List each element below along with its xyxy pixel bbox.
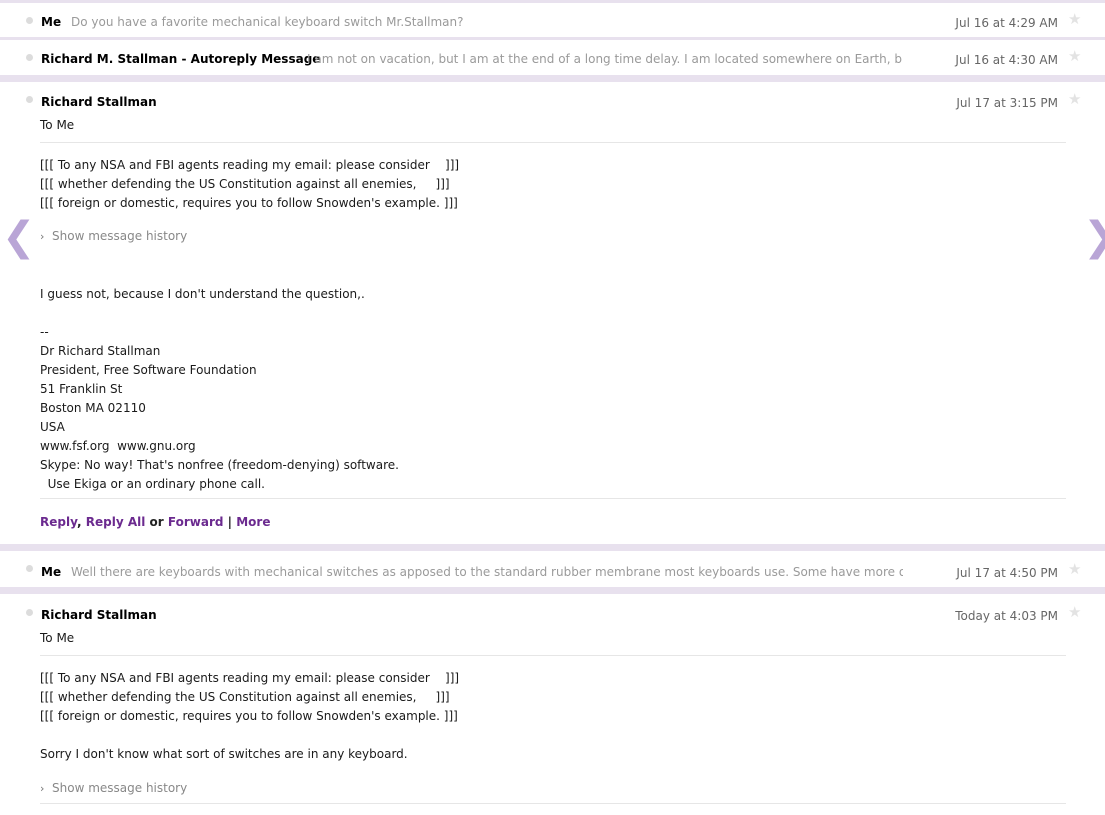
message-snippet: Well there are keyboards with mechanical…: [71, 565, 903, 579]
body-line: Use Ekiga or an ordinary phone call.: [40, 477, 265, 491]
message-sender: Richard M. Stallman - Autoreply Message: [41, 52, 321, 66]
header-divider: [40, 655, 1066, 656]
message-sender: Me: [41, 565, 62, 579]
separator: [0, 544, 1105, 551]
footer-divider: [40, 498, 1066, 499]
reply-link[interactable]: Reply: [40, 515, 77, 529]
star-icon[interactable]: ★: [1068, 12, 1081, 27]
body-line: Boston MA 02110: [40, 401, 146, 415]
show-message-history-link[interactable]: › Show message history: [40, 781, 187, 795]
message-date: Jul 16 at 4:29 AM: [955, 16, 1058, 30]
star-icon[interactable]: ★: [1068, 605, 1081, 620]
message-date: Today at 4:03 PM: [955, 609, 1058, 623]
notice-line: [[[ foreign or domestic, requires you to…: [40, 196, 458, 210]
body-line: Skype: No way! That's nonfree (freedom-d…: [40, 458, 399, 472]
actions-or: or: [149, 515, 164, 529]
chevron-right-icon: ›: [40, 230, 45, 243]
collapsed-message-row[interactable]: Me Do you have a favorite mechanical key…: [0, 4, 1105, 36]
message-sender[interactable]: Richard Stallman: [41, 608, 157, 622]
unread-dot-icon: [26, 54, 33, 61]
message-date: Jul 16 at 4:30 AM: [955, 53, 1058, 67]
actions-pipe: |: [227, 515, 233, 529]
body-line: www.fsf.org www.gnu.org: [40, 439, 196, 453]
notice-line: [[[ foreign or domestic, requires you to…: [40, 709, 458, 723]
previous-conversation-arrow-icon[interactable]: ❮: [2, 217, 36, 257]
body-line: Dr Richard Stallman: [40, 344, 161, 358]
unread-dot-icon: [26, 17, 33, 24]
read-dot-icon: [26, 609, 33, 616]
message-snippet: Do you have a favorite mechanical keyboa…: [71, 15, 464, 29]
reply-all-link[interactable]: Reply All: [86, 515, 146, 529]
star-icon[interactable]: ★: [1068, 49, 1081, 64]
message-date: Jul 17 at 3:15 PM: [956, 96, 1058, 110]
collapsed-message-row[interactable]: Me Well there are keyboards with mechani…: [0, 552, 1105, 586]
separator: [0, 0, 1105, 3]
chevron-right-icon: ›: [40, 782, 45, 795]
message-date: Jul 17 at 4:50 PM: [956, 566, 1058, 580]
message-recipients: To Me: [40, 118, 75, 132]
message-sender: Me: [41, 15, 62, 29]
history-label: Show message history: [52, 781, 188, 795]
show-message-history-link[interactable]: › Show message history: [40, 229, 187, 243]
next-conversation-arrow-icon[interactable]: ❯: [1083, 217, 1105, 257]
message-actions: Reply, Reply All or Forward | More: [40, 515, 270, 529]
star-icon[interactable]: ★: [1068, 92, 1081, 107]
body-line: --: [40, 325, 49, 339]
read-dot-icon: [26, 96, 33, 103]
collapsed-message-row[interactable]: Richard M. Stallman - Autoreply Message …: [0, 41, 1105, 74]
actions-comma: ,: [76, 515, 82, 529]
star-icon[interactable]: ★: [1068, 562, 1081, 577]
body-line: I guess not, because I don't understand …: [40, 287, 365, 301]
footer-divider: [40, 803, 1066, 804]
message-recipients: To Me: [40, 631, 75, 645]
body-line: 51 Franklin St: [40, 382, 123, 396]
more-link[interactable]: More: [236, 515, 270, 529]
header-divider: [40, 142, 1066, 143]
notice-line: [[[ To any NSA and FBI agents reading my…: [40, 158, 460, 172]
message-sender[interactable]: Richard Stallman: [41, 95, 157, 109]
forward-link[interactable]: Forward: [168, 515, 224, 529]
notice-line: [[[ To any NSA and FBI agents reading my…: [40, 671, 460, 685]
body-line: USA: [40, 420, 65, 434]
body-line: Sorry I don't know what sort of switches…: [40, 747, 408, 761]
body-line: President, Free Software Foundation: [40, 363, 257, 377]
notice-line: [[[ whether defending the US Constitutio…: [40, 177, 450, 191]
separator: [0, 75, 1105, 82]
notice-line: [[[ whether defending the US Constitutio…: [40, 690, 450, 704]
separator: [0, 37, 1105, 40]
unread-dot-icon: [26, 565, 33, 572]
history-label: Show message history: [52, 229, 188, 243]
message-snippet: I am not on vacation, but I am at the en…: [307, 52, 903, 66]
separator: [0, 587, 1105, 594]
